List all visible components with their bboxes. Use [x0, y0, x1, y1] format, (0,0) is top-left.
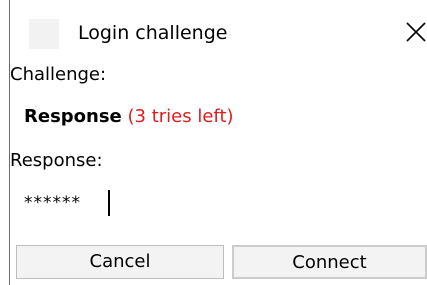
close-icon[interactable] [403, 19, 427, 45]
connect-button[interactable]: Connect [232, 245, 427, 279]
app-icon [29, 19, 59, 49]
title-bar: Login challenge [10, 0, 427, 60]
window-title: Login challenge [78, 22, 228, 44]
close-x-glyph [406, 22, 426, 42]
challenge-label: Challenge: [10, 64, 107, 85]
password-value: ****** [24, 193, 81, 213]
response-password-field[interactable]: ****** [10, 186, 427, 220]
response-heading-text: Response [24, 106, 122, 127]
text-caret [108, 190, 110, 216]
login-challenge-dialog: Login challenge Challenge: Response (3 t… [0, 0, 427, 285]
tries-left-text: (3 tries left) [127, 106, 234, 127]
cancel-button[interactable]: Cancel [16, 245, 224, 279]
response-heading: Response (3 tries left) [24, 106, 234, 128]
response-label: Response: [10, 150, 103, 171]
